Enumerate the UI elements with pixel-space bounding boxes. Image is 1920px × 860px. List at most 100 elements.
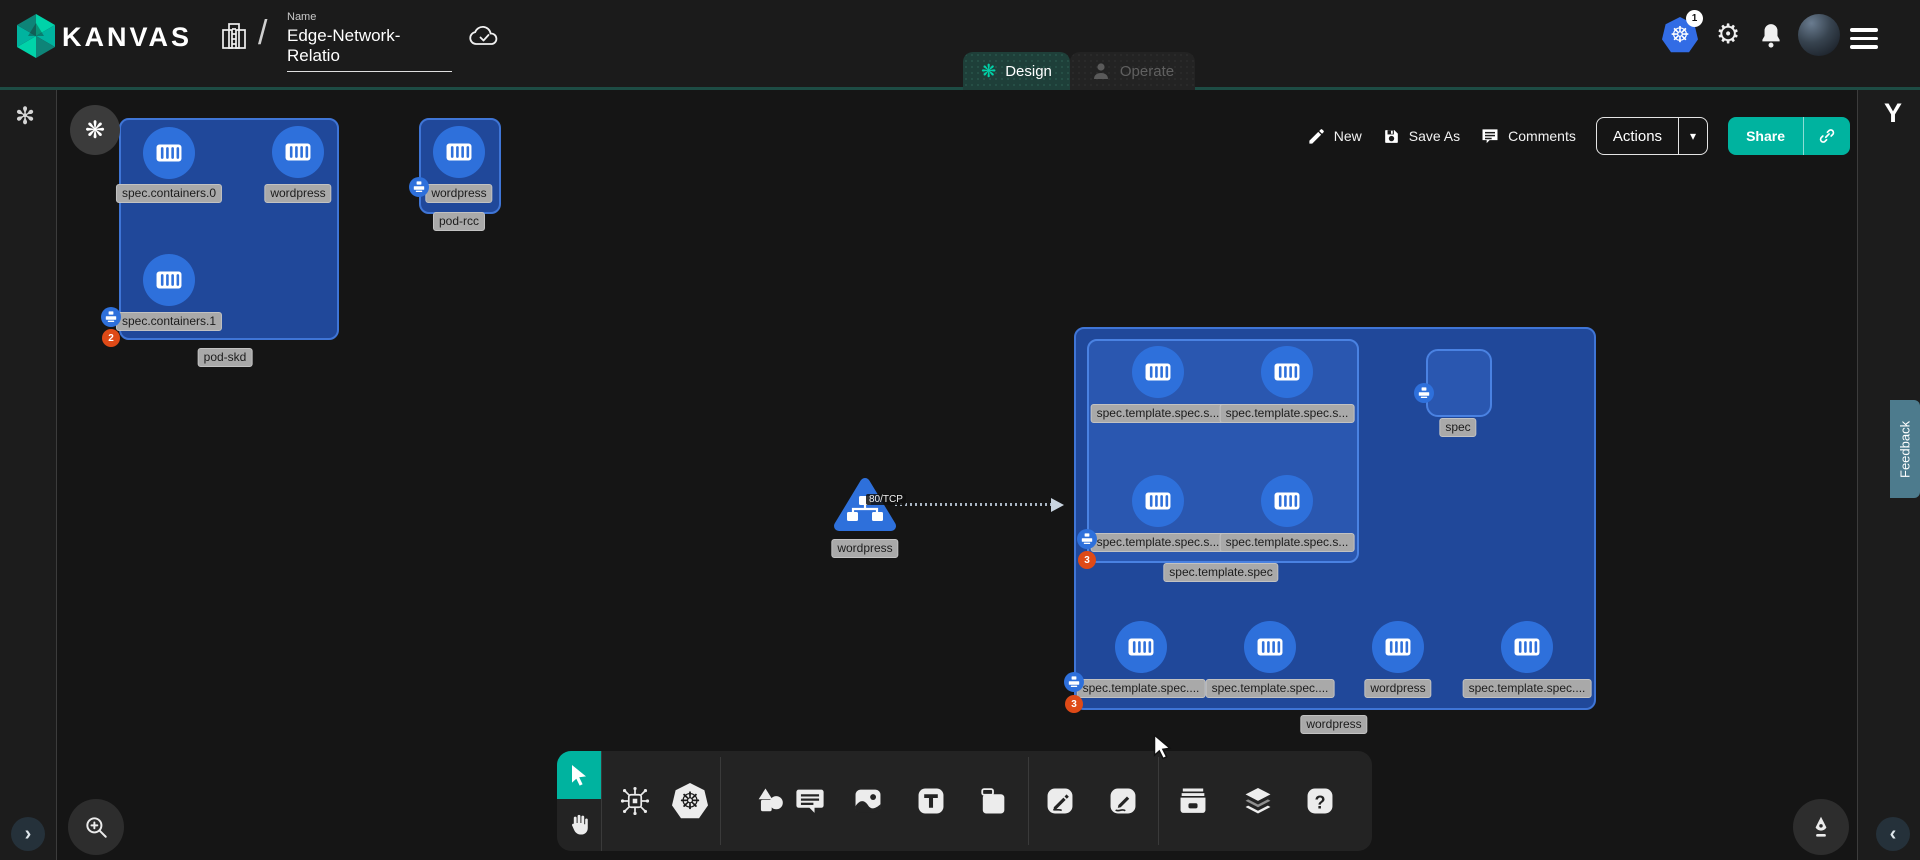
- group-label: pod-skd: [198, 348, 253, 367]
- ink-pen-button[interactable]: [1793, 799, 1849, 855]
- container-node[interactable]: [1244, 621, 1296, 673]
- node-label: spec.template.spec.s...: [1220, 533, 1355, 552]
- node-label: spec.template.spec....: [1463, 679, 1592, 698]
- kanvas-logo-icon[interactable]: [14, 13, 58, 59]
- k8s-wheel-glyph: ☸: [1670, 22, 1690, 48]
- container-node[interactable]: [143, 127, 195, 179]
- integration-chip-icon: [618, 784, 652, 818]
- tab-operate-label: Operate: [1120, 63, 1174, 80]
- settings-gear-icon[interactable]: ⚙: [1716, 19, 1740, 50]
- container-node[interactable]: [1261, 346, 1313, 398]
- deployment-resource-badge[interactable]: [1064, 672, 1084, 692]
- service-edge[interactable]: [895, 503, 1057, 506]
- container-icon: [1510, 630, 1544, 664]
- save-as-button[interactable]: Save As: [1382, 127, 1460, 146]
- pen-tool[interactable]: [1040, 781, 1080, 821]
- notifications-bell-icon[interactable]: [1758, 22, 1784, 50]
- pod-resource-badge[interactable]: [409, 177, 429, 197]
- service-node[interactable]: [833, 476, 897, 534]
- pod-flower-glyph: ❋: [85, 116, 105, 145]
- design-action-bar: New Save As Comments Actions ▾ S: [1307, 117, 1850, 155]
- pod-resource-badge[interactable]: [1414, 383, 1434, 403]
- chevron-right-icon: ›: [25, 823, 32, 846]
- container-icon: [442, 135, 476, 169]
- design-canvas[interactable]: ❋ spec.containers.0 wordpress spec.conta…: [0, 90, 1920, 860]
- error-count-badge[interactable]: 3: [1065, 695, 1083, 713]
- k8s-wheel-glyph: ☸: [679, 787, 701, 816]
- container-node[interactable]: [433, 126, 485, 178]
- container-node[interactable]: [1132, 346, 1184, 398]
- tab-operate[interactable]: Operate: [1070, 52, 1195, 90]
- copy-link-button[interactable]: [1803, 117, 1850, 155]
- k8s-pod-hover-icon[interactable]: ❋: [70, 105, 120, 155]
- actions-label[interactable]: Actions: [1597, 118, 1678, 154]
- node-label: wordpress: [264, 184, 331, 203]
- container-node[interactable]: [143, 254, 195, 306]
- comment-tool[interactable]: [790, 781, 830, 821]
- new-button[interactable]: New: [1307, 127, 1362, 146]
- design-name-input[interactable]: Edge-Network-Relatio: [287, 23, 452, 72]
- node-label: spec.template.spec.s...: [1091, 404, 1226, 423]
- node-label: spec.containers.1: [116, 312, 222, 331]
- comments-label: Comments: [1508, 128, 1576, 144]
- meshery-spiral-icon[interactable]: ✻: [15, 102, 35, 131]
- select-tool[interactable]: [557, 751, 601, 799]
- container-node[interactable]: [1261, 475, 1313, 527]
- comments-button[interactable]: Comments: [1480, 126, 1576, 146]
- spec-node[interactable]: [1426, 349, 1492, 417]
- user-avatar[interactable]: [1798, 14, 1840, 56]
- feedback-tab[interactable]: Feedback: [1890, 400, 1920, 498]
- container-icon: [1270, 484, 1304, 518]
- logo-wordmark: KANVAS: [62, 22, 192, 53]
- actions-dropdown-caret[interactable]: ▾: [1678, 118, 1707, 154]
- pod-resource-badge[interactable]: [101, 307, 121, 327]
- container-node[interactable]: [1132, 475, 1184, 527]
- container-node[interactable]: [1115, 621, 1167, 673]
- pen-nib-icon: [1808, 814, 1834, 840]
- container-node[interactable]: [1501, 621, 1553, 673]
- actions-split-button[interactable]: Actions ▾: [1596, 117, 1708, 155]
- mesh-components-tool[interactable]: [615, 781, 655, 821]
- caret-down-icon: ▾: [1690, 129, 1696, 143]
- freehand-pencil-icon: [1106, 784, 1140, 818]
- organization-icon[interactable]: [220, 21, 248, 51]
- expand-right-panel-button[interactable]: ‹: [1876, 817, 1910, 851]
- text-tool[interactable]: [911, 781, 951, 821]
- podium-icon: [1079, 531, 1095, 547]
- note-tool[interactable]: [973, 781, 1013, 821]
- tab-design[interactable]: ❋ Design: [963, 52, 1070, 90]
- container-node[interactable]: [1372, 621, 1424, 673]
- error-count-badge[interactable]: 3: [1078, 551, 1096, 569]
- podium-icon: [411, 179, 427, 195]
- error-count-badge[interactable]: 2: [102, 329, 120, 347]
- zoom-button[interactable]: [68, 799, 124, 855]
- shapes-tool[interactable]: [750, 781, 790, 821]
- image-tool[interactable]: [848, 781, 888, 821]
- canvas-toolbar: ☸: [557, 751, 1372, 851]
- help-tool[interactable]: ?: [1300, 781, 1340, 821]
- chevron-left-icon: ‹: [1890, 823, 1897, 846]
- group-label: pod-rcc: [433, 212, 485, 231]
- drawer-tool[interactable]: [1173, 781, 1213, 821]
- container-icon: [1270, 355, 1304, 389]
- template-spec-group[interactable]: [1087, 339, 1359, 563]
- hamburger-menu-icon[interactable]: [1850, 28, 1878, 54]
- container-node[interactable]: [272, 126, 324, 178]
- left-rail: ✻ ›: [0, 90, 57, 860]
- shapes-icon: [753, 784, 787, 818]
- context-count-badge: 1: [1686, 10, 1703, 27]
- drawer-archive-icon: [1176, 784, 1210, 818]
- cursor-arrow-icon: [567, 763, 591, 787]
- node-label: spec.template.spec....: [1206, 679, 1335, 698]
- share-label[interactable]: Share: [1728, 117, 1803, 155]
- yaml-panel-icon[interactable]: Y: [1884, 98, 1902, 129]
- layers-tool[interactable]: [1238, 781, 1278, 821]
- help-icon: ?: [1303, 784, 1337, 818]
- expand-left-panel-button[interactable]: ›: [11, 817, 45, 851]
- podium-icon: [103, 309, 119, 325]
- pan-tool[interactable]: [557, 799, 601, 851]
- pencil-tool[interactable]: [1103, 781, 1143, 821]
- pod-resource-badge[interactable]: [1077, 529, 1097, 549]
- kubernetes-components-tool[interactable]: ☸: [670, 781, 710, 821]
- share-split-button[interactable]: Share: [1728, 117, 1850, 155]
